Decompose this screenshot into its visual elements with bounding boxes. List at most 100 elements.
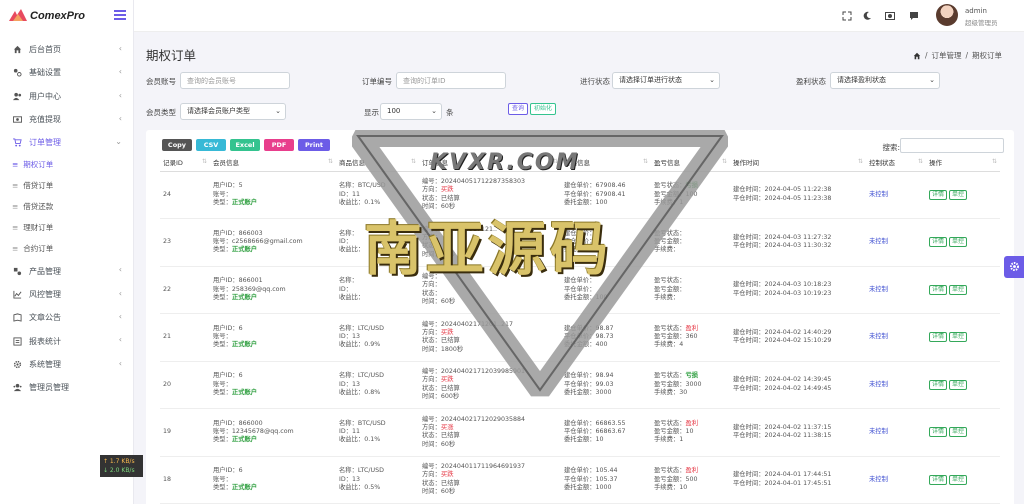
chevron-left-icon: ‹: [118, 312, 122, 322]
cell-member-info: 用户ID：866001 账号：258369@qq.com 类型：正式账户: [210, 266, 336, 314]
member-type-line: 类型：正式账户: [213, 341, 336, 349]
detail-button[interactable]: 详情: [929, 427, 948, 438]
member-type-label: 类型：: [213, 341, 232, 349]
order-no-input[interactable]: [396, 72, 506, 89]
product-ratio: 收益比：: [339, 293, 365, 301]
sidebar-subitem-contract-orders[interactable]: ≡ 合约订单: [0, 238, 134, 259]
sidebar-subitem-option-orders[interactable]: ≡ 期权订单: [0, 154, 134, 175]
column-header[interactable]: 会员信息 ⇅: [210, 154, 336, 172]
member-type-value: 正式账户: [231, 483, 258, 491]
cell-order-info: 编号：20240402171201..217 方向：买跌 状态：已结算 时间：1…: [419, 313, 561, 362]
column-header[interactable]: 控制状态 ⇅: [866, 154, 926, 172]
sidebar-item-label: 产品管理: [29, 266, 61, 276]
sidebar-item-label: 管理员管理: [29, 383, 69, 393]
column-header[interactable]: 盈亏信息 ⇅: [651, 154, 730, 172]
close-time: 平仓时间：2024-04-02 11:38:15: [733, 432, 832, 440]
close-price: 平仓单价：99.03: [564, 380, 614, 388]
profit-status-label: 盈利状态: [796, 77, 826, 86]
order-duration: 时间：60秒: [422, 440, 456, 448]
member-type-select[interactable]: 请选择会员账户类型 ⌄: [180, 103, 286, 120]
settings-gear-button[interactable]: [1004, 256, 1024, 278]
column-header[interactable]: 操作 ⇅: [926, 154, 1000, 172]
menu-toggle-icon[interactable]: [114, 10, 126, 20]
single-control-button[interactable]: 单控: [949, 379, 968, 390]
print-button[interactable]: Print: [298, 139, 330, 151]
home-icon[interactable]: [913, 52, 921, 60]
member-type-line: 类型：正式账户: [213, 294, 336, 302]
orders-card: Copy CSV Excel PDF Print 搜索: 记录ID ⇅ 会员信息 ⇅…: [146, 130, 1014, 504]
sidebar-item-product-management[interactable]: 产品管理 ‹: [0, 259, 134, 282]
single-control-button[interactable]: 单控: [949, 284, 968, 295]
fullscreen-icon[interactable]: [842, 11, 852, 21]
pdf-button[interactable]: PDF: [264, 139, 294, 151]
pnl-status-label: 盈亏状态：: [654, 324, 686, 332]
sidebar-subitem-finance-orders[interactable]: ≡ 理财订单: [0, 217, 134, 238]
column-header[interactable]: 商品信息 ⇅: [336, 154, 419, 172]
avatar[interactable]: [936, 4, 958, 26]
message-icon[interactable]: [909, 11, 919, 21]
member-type-label: 类型：: [213, 293, 232, 301]
cell-pnl-info: 盈亏状态：盈利 盈亏金额：500 手续费：10: [651, 456, 730, 504]
column-header[interactable]: 操作时间 ⇅: [730, 154, 866, 172]
query-button[interactable]: 查询: [508, 103, 529, 115]
profit-status-select[interactable]: 请选择盈利状态 ⌄: [830, 72, 940, 89]
sidebar-item-home[interactable]: 后台首页 ‹: [0, 38, 134, 61]
list-dash-icon: ≡: [12, 160, 19, 170]
fee: 手续费：: [654, 246, 680, 254]
moon-icon[interactable]: [862, 11, 872, 21]
detail-button[interactable]: 详情: [929, 332, 948, 343]
detail-button[interactable]: 详情: [929, 474, 948, 485]
sidebar: ComexPro 后台首页 ‹ 基础设置 ‹ 用户中心 ‹ 充值提现 ‹ 订单管…: [0, 0, 143, 504]
open-price: 建仓单价：66863.55: [564, 419, 626, 427]
detail-button[interactable]: 详情: [929, 237, 948, 248]
column-header[interactable]: 记录ID ⇅: [160, 154, 210, 172]
control-status: 未控制: [869, 190, 888, 198]
sidebar-subitem-loan-orders[interactable]: ≡ 借贷订单: [0, 175, 134, 196]
sidebar-item-user-center[interactable]: 用户中心 ‹: [0, 85, 134, 108]
order-status: 状态：已结算: [422, 479, 460, 487]
excel-button[interactable]: Excel: [230, 139, 260, 151]
single-control-button[interactable]: 单控: [949, 332, 968, 343]
sidebar-subitem-loan-repayment[interactable]: ≡ 借贷还款: [0, 196, 134, 217]
sidebar-item-risk-control[interactable]: 风控管理 ‹: [0, 283, 134, 306]
csv-button[interactable]: CSV: [196, 139, 226, 151]
media-icon[interactable]: [885, 11, 895, 21]
open-price: 建仓单价：67908.46: [564, 182, 626, 190]
order-amount: 委托金额：10: [564, 246, 604, 254]
admin-icon: [12, 383, 22, 393]
status-select[interactable]: 请选择订单进行状态 ⌄: [612, 72, 720, 89]
detail-button[interactable]: 详情: [929, 189, 948, 200]
sidebar-item-recharge[interactable]: 充值提现 ‹: [0, 108, 134, 131]
breadcrumb-item[interactable]: 订单管理: [931, 50, 961, 61]
sidebar-item-system[interactable]: 系统管理 ‹: [0, 353, 134, 376]
single-control-button[interactable]: 单控: [949, 474, 968, 485]
sidebar-item-order-management[interactable]: 订单管理 ⌄: [0, 131, 134, 154]
member-type-label: 类型：: [213, 436, 232, 444]
sidebar-item-admins[interactable]: 管理员管理: [0, 376, 134, 399]
copy-button[interactable]: Copy: [162, 139, 192, 151]
order-status: 状态：已结算: [422, 194, 460, 202]
sidebar-item-basic-settings[interactable]: 基础设置 ‹: [0, 61, 134, 84]
record-id: 19: [163, 428, 172, 436]
sidebar-subitem-label: 借贷还款: [23, 202, 54, 212]
order-direction-label: 方向：: [422, 471, 441, 479]
column-header[interactable]: 订单信息 ⇅: [419, 154, 561, 172]
single-control-button[interactable]: 单控: [949, 189, 968, 200]
display-count-select[interactable]: 100 ⌄: [380, 103, 442, 120]
single-control-button[interactable]: 单控: [949, 427, 968, 438]
record-id: 21: [163, 333, 172, 341]
column-header[interactable]: 价格信息 ⇅: [561, 154, 651, 172]
single-control-button[interactable]: 单控: [949, 237, 968, 248]
sort-icon: ⇅: [917, 158, 923, 165]
reset-button[interactable]: 初始化: [530, 103, 557, 115]
sidebar-item-articles[interactable]: 文章公告 ‹: [0, 306, 134, 329]
table-search-input[interactable]: [900, 138, 1004, 153]
sidebar-subitem-label: 借贷订单: [23, 181, 54, 191]
pnl-status-label: 盈亏状态：: [654, 467, 686, 475]
user-name[interactable]: admin: [965, 7, 987, 15]
sidebar-item-reports[interactable]: 报表统计 ‹: [0, 329, 134, 352]
member-account-input[interactable]: [180, 72, 290, 89]
detail-button[interactable]: 详情: [929, 379, 948, 390]
close-time: 平仓时间：2024-04-03 11:30:32: [733, 242, 832, 250]
detail-button[interactable]: 详情: [929, 284, 948, 295]
